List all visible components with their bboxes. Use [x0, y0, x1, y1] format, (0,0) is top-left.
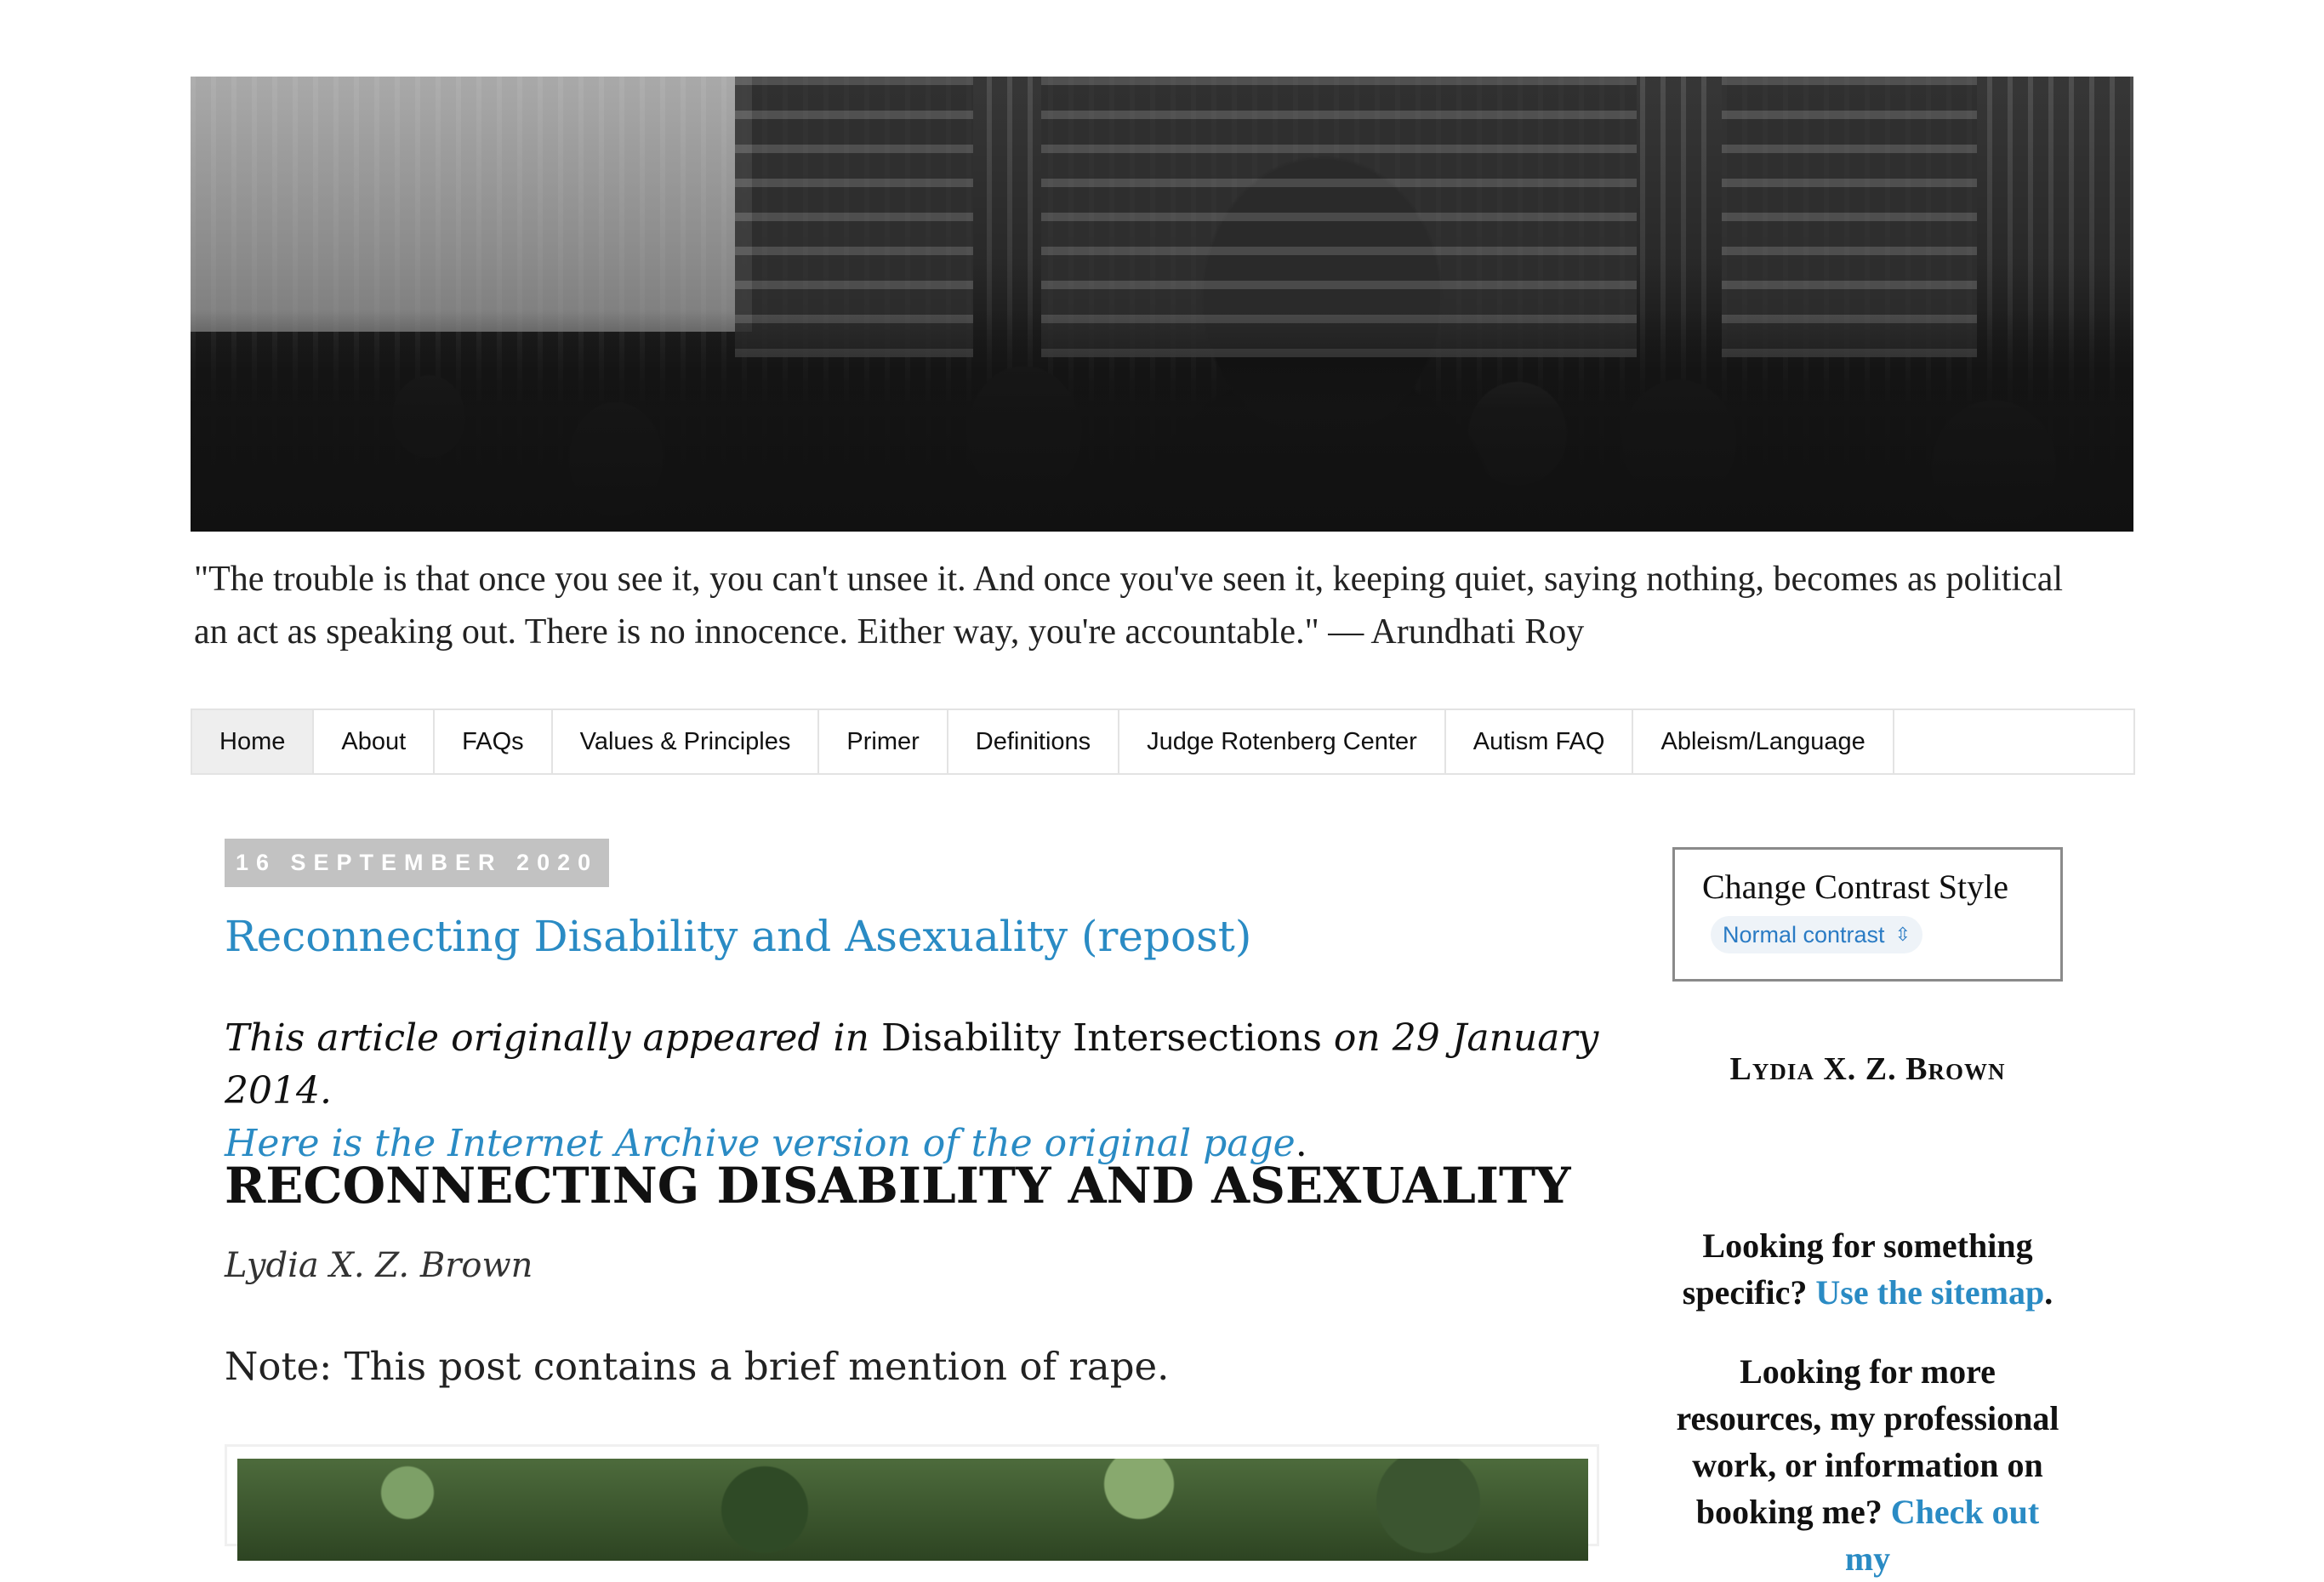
tab-faqs[interactable]: FAQs	[435, 710, 553, 773]
post-image[interactable]	[237, 1459, 1588, 1561]
contrast-select[interactable]: Normal contrast ⇳	[1711, 916, 1922, 953]
tab-primer[interactable]: Primer	[819, 710, 948, 773]
intro-text-1: This article originally appeared in	[225, 1016, 869, 1060]
tab-values-principles[interactable]: Values & Principles	[553, 710, 820, 773]
header-banner-photo	[191, 77, 2133, 532]
intro-publication: Disability Intersections	[880, 1016, 1322, 1060]
post-date-badge: 16 SEPTEMBER 2020	[225, 839, 610, 887]
contrast-title: Change Contrast Style	[1702, 868, 2008, 906]
content-note: Note: This post contains a brief mention…	[225, 1344, 1170, 1389]
tab-home[interactable]: Home	[192, 710, 315, 773]
sidebar-sitemap-text: Looking for something specific? Use the …	[1672, 1222, 2063, 1316]
article-author: Lydia X. Z. Brown	[225, 1246, 533, 1285]
tab-about[interactable]: About	[314, 710, 436, 773]
photo-sky	[191, 77, 752, 332]
tab-autism-faq[interactable]: Autism FAQ	[1446, 710, 1634, 773]
page-tabs: Home About FAQs Values & Principles Prim…	[191, 708, 2135, 775]
post-image-frame	[225, 1444, 1599, 1561]
sitemap-link[interactable]: Use the sitemap	[1815, 1273, 2044, 1312]
photo-crowd	[191, 310, 2133, 532]
chevron-up-down-icon: ⇳	[1894, 924, 1911, 945]
article-heading: RECONNECTING DISABILITY AND ASEXUALITY	[225, 1157, 1571, 1215]
header-quote: "The trouble is that once you see it, yo…	[194, 560, 2064, 652]
post-intro: This article originally appeared in Disa…	[225, 1012, 1620, 1170]
contrast-widget: Change Contrast Style Normal contrast ⇳	[1672, 847, 2063, 982]
sidebar-author-name: Lydia X. Z. Brown	[1729, 1051, 2006, 1087]
tab-definitions[interactable]: Definitions	[948, 710, 1120, 773]
sidebar-resources-text: Looking for more resources, my professio…	[1672, 1348, 2063, 1582]
contrast-select-value: Normal contrast	[1723, 921, 1885, 947]
tab-judge-rotenberg-center[interactable]: Judge Rotenberg Center	[1119, 710, 1446, 773]
tab-ableism-language[interactable]: Ableism/Language	[1633, 710, 1894, 773]
post-title-link[interactable]: Reconnecting Disability and Asexuality (…	[225, 912, 1251, 961]
sitemap-period: .	[2044, 1273, 2053, 1312]
